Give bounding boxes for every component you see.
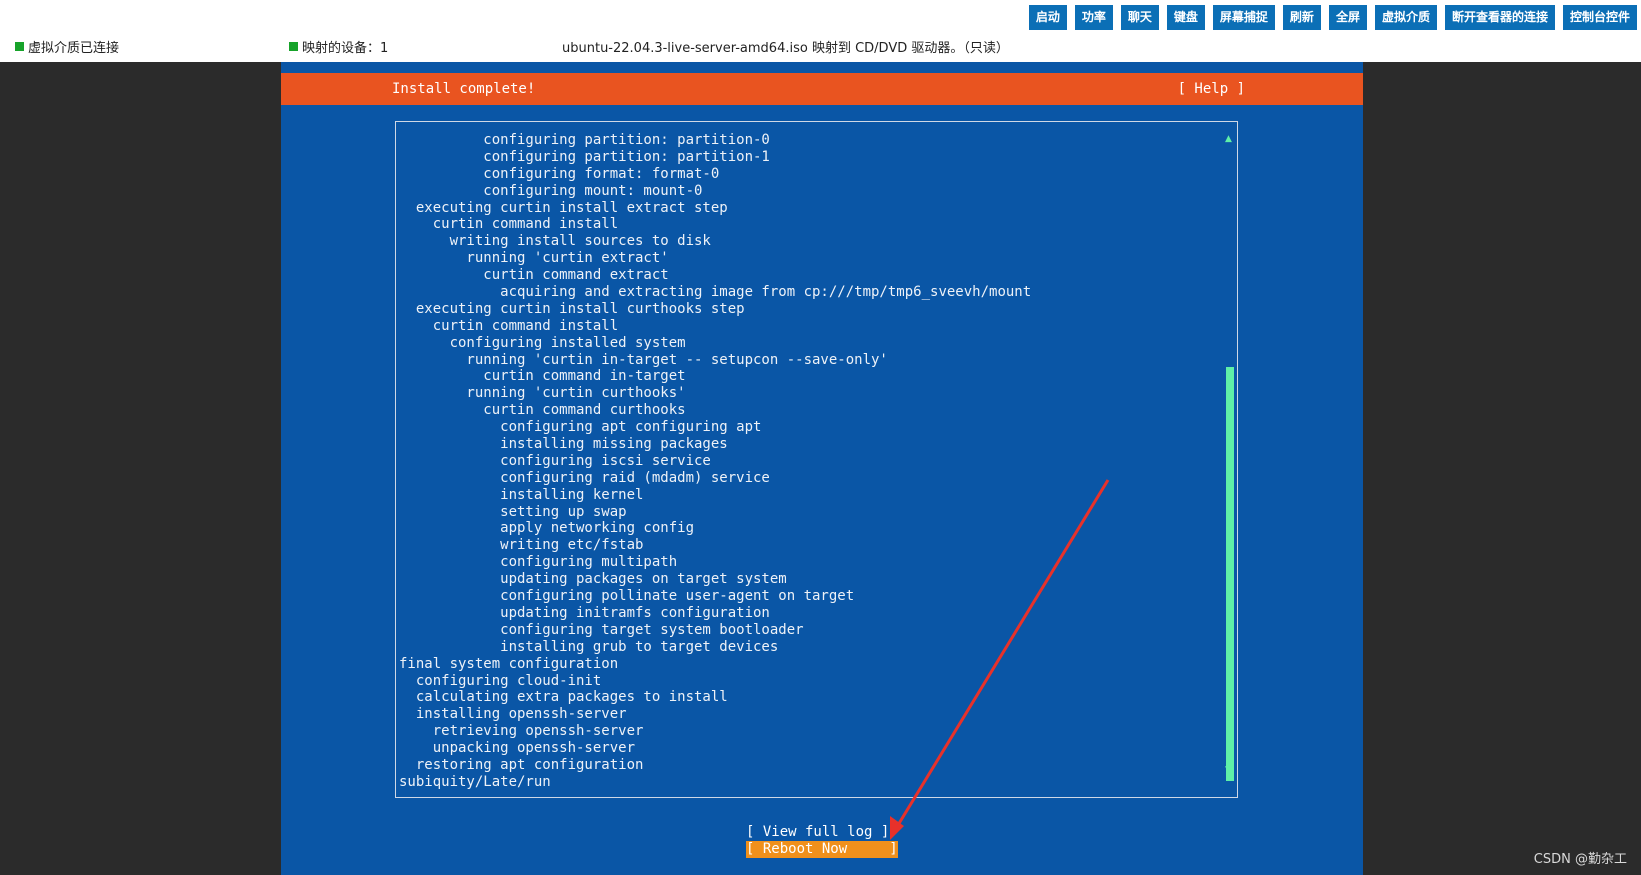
log-line: executing curtin install extract step: [399, 199, 728, 216]
log-line: unpacking openssh-server: [399, 740, 636, 757]
log-line: configuring iscsi service: [399, 452, 711, 469]
view-full-log-button[interactable]: [ View full log ]: [746, 824, 889, 840]
help-button[interactable]: [ Help ]: [1178, 81, 1245, 97]
scroll-down-icon[interactable]: ▼: [1225, 765, 1232, 775]
install-log-box[interactable]: configuring partition: partition-0 confi…: [395, 121, 1238, 798]
log-line: apply networking config: [399, 520, 695, 537]
connected-indicator-icon: [15, 42, 24, 51]
log-line: subiquity/Late/run: [399, 773, 551, 790]
mapped-iso-status: ubuntu-22.04.3-live-server-amd64.iso 映射到…: [562, 37, 1009, 56]
toolbar-button-0[interactable]: 启动: [1028, 5, 1067, 30]
log-line: restoring apt configuration: [399, 756, 644, 773]
log-line: installing grub to target devices: [399, 638, 779, 655]
log-line: calculating extra packages to install: [399, 689, 728, 706]
log-line: installing openssh-server: [399, 706, 627, 723]
media-status-text: 虚拟介质已连接: [28, 41, 120, 56]
log-line: installing kernel: [399, 486, 644, 503]
log-line: curtin command curthooks: [399, 402, 686, 419]
media-status: 虚拟介质已连接: [15, 37, 119, 56]
log-line: configuring multipath: [399, 554, 678, 571]
log-line: running 'curtin in-target -- setupcon --…: [399, 351, 888, 368]
installer-title: Install complete!: [392, 81, 536, 97]
log-line: configuring partition: partition-0: [399, 132, 770, 148]
installer-header-bar: Install complete! [ Help ]: [281, 73, 1363, 105]
toolbar-button-7[interactable]: 虚拟介质: [1374, 5, 1437, 30]
log-line: configuring cloud-init: [399, 672, 602, 689]
remote-console-screen[interactable]: Install complete! [ Help ] configuring p…: [281, 62, 1363, 875]
log-line: configuring format: format-0: [399, 165, 720, 182]
scroll-thumb[interactable]: [1226, 367, 1234, 781]
log-line: final system configuration: [399, 655, 619, 672]
install-log-lines: configuring partition: partition-0 confi…: [399, 132, 1031, 791]
reboot-now-button[interactable]: [ Reboot Now ]: [746, 841, 898, 858]
log-line: configuring installed system: [399, 334, 686, 351]
log-line: configuring partition: partition-1: [399, 148, 770, 165]
mapped-indicator-icon: [289, 42, 298, 51]
toolbar-button-5[interactable]: 刷新: [1282, 5, 1321, 30]
toolbar-button-1[interactable]: 功率: [1074, 5, 1113, 30]
csdn-watermark: CSDN @勤杂工: [1533, 852, 1627, 867]
scroll-up-icon[interactable]: ▲: [1225, 134, 1232, 144]
log-line: updating initramfs configuration: [399, 604, 770, 621]
log-line: configuring raid (mdadm) service: [399, 469, 770, 486]
mapped-iso-text: ubuntu-22.04.3-live-server-amd64.iso 映射到…: [562, 41, 1009, 56]
log-line: curtin command extract: [399, 267, 669, 284]
toolbar-button-3[interactable]: 键盘: [1166, 5, 1205, 30]
mapped-devices-text: 映射的设备：1: [302, 41, 389, 56]
log-line: writing install sources to disk: [399, 233, 711, 250]
viewer-toolbar: 启动 功率 聊天 键盘 屏幕捕捉 刷新 全屏 虚拟介质 断开查看器的连接 控制台控件: [1028, 5, 1637, 30]
log-line: configuring apt configuring apt: [399, 419, 762, 436]
mapped-devices-status: 映射的设备：1: [289, 37, 388, 56]
log-line: writing etc/fstab: [399, 537, 644, 554]
toolbar-button-2[interactable]: 聊天: [1120, 5, 1159, 30]
log-line: configuring mount: mount-0: [399, 182, 703, 199]
toolbar-button-9[interactable]: 控制台控件: [1562, 5, 1637, 30]
log-line: configuring target system bootloader: [399, 621, 804, 638]
log-line: acquiring and extracting image from cp:/…: [399, 284, 1032, 301]
log-line: setting up swap: [399, 503, 627, 520]
log-line: curtin command install: [399, 216, 619, 233]
log-line: curtin command in-target: [399, 368, 686, 385]
viewer-topbar: 启动 功率 聊天 键盘 屏幕捕捉 刷新 全屏 虚拟介质 断开查看器的连接 控制台控件 虚拟介质已连…: [0, 0, 1641, 62]
log-line: executing curtin install curthooks step: [399, 300, 745, 317]
log-line: installing missing packages: [399, 436, 728, 453]
log-line: running 'curtin extract': [399, 250, 669, 267]
toolbar-button-8[interactable]: 断开查看器的连接: [1444, 5, 1555, 30]
toolbar-button-6[interactable]: 全屏: [1328, 5, 1367, 30]
log-line: configuring pollinate user-agent on targ…: [399, 588, 855, 605]
log-line: updating packages on target system: [399, 571, 787, 588]
log-line: curtin command install: [399, 317, 619, 334]
log-line: running 'curtin curthooks': [399, 385, 686, 402]
log-scrollbar[interactable]: ▲ ▼: [1225, 134, 1235, 781]
log-line: retrieving openssh-server: [399, 723, 644, 740]
toolbar-button-4[interactable]: 屏幕捕捉: [1212, 5, 1275, 30]
